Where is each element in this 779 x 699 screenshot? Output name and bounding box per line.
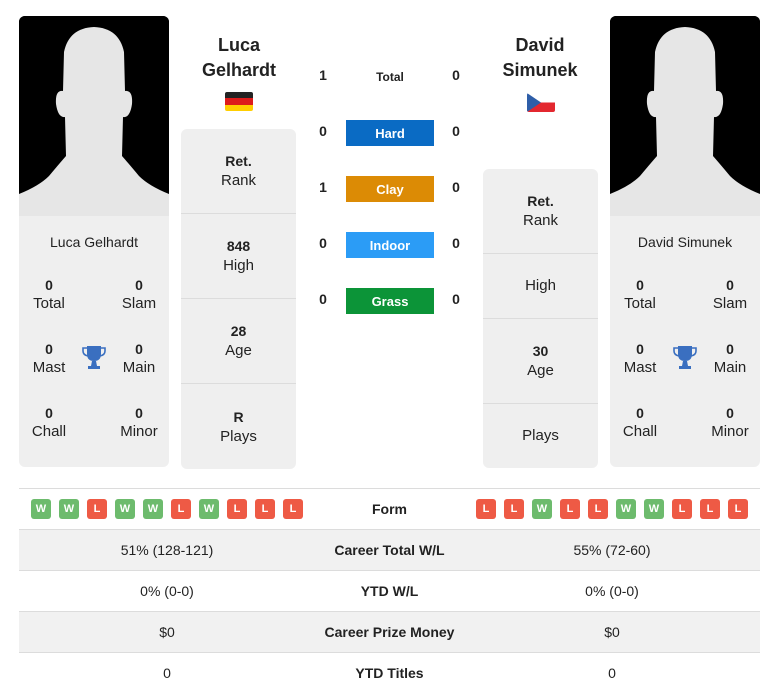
form-badge-win[interactable]: W <box>616 499 636 519</box>
player2-titles-card: David Simunek 0 Total 0 Slam 0 Mast 0 Ma… <box>610 216 760 467</box>
player1-full-name: Luca Gelhardt <box>50 234 138 250</box>
form-badge-win[interactable]: W <box>644 499 664 519</box>
h2h-total-p2: 0 <box>452 67 460 83</box>
h2h-indoor-p2: 0 <box>452 235 460 251</box>
player2-rank: Ret. Rank <box>483 169 598 254</box>
h2h-hard-p1: 0 <box>319 123 327 139</box>
comparison-table: WWLWWLWLLL Form LLWLLWWLLL 51% (128-121)… <box>19 488 760 693</box>
form-badge-win[interactable]: W <box>59 499 79 519</box>
player2-career-wl: 55% (72-60) <box>573 542 651 558</box>
player2-ytd-titles: 0 <box>608 665 616 681</box>
player1-age: 28 Age <box>181 299 296 384</box>
player1-titles-card: Luca Gelhardt 0 Total 0 Slam 0 Mast 0 Ma… <box>19 216 169 467</box>
player1-ytd-wl: 0% (0-0) <box>140 583 194 599</box>
trophy-icon <box>672 344 698 370</box>
player2-mast-titles: 0 Mast <box>623 341 657 376</box>
ytd-titles-label: YTD Titles <box>355 665 424 681</box>
player1-plays: R Plays <box>220 408 257 445</box>
form-badge-loss[interactable]: L <box>227 499 247 519</box>
form-badge-loss[interactable]: L <box>672 499 692 519</box>
player2-main-titles: 0 Main <box>713 341 747 376</box>
form-badge-loss[interactable]: L <box>476 499 496 519</box>
player1-total-titles: 0 Total <box>33 277 65 312</box>
player1-info-panel: Ret. Rank 848 High 28 Age R Plays <box>181 129 296 469</box>
player1-rank: Ret. Rank <box>181 129 296 214</box>
player1-photo <box>19 16 169 216</box>
prize-money-label: Career Prize Money <box>324 624 455 640</box>
form-badge-win[interactable]: W <box>143 499 163 519</box>
czech-flag-icon <box>527 93 555 112</box>
form-badge-loss[interactable]: L <box>588 499 608 519</box>
player1-prize-money: $0 <box>159 624 175 640</box>
player1-career-wl: 51% (128-121) <box>120 542 214 558</box>
form-badge-loss[interactable]: L <box>283 499 303 519</box>
player2-chall-titles: 0 Chall <box>622 405 658 440</box>
form-badge-win[interactable]: W <box>199 499 219 519</box>
ytd-wl-row: 0% (0-0) YTD W/L 0% (0-0) <box>19 570 760 611</box>
form-badge-loss[interactable]: L <box>504 499 524 519</box>
surface-grass-button[interactable]: Grass <box>346 288 434 314</box>
prize-money-row: $0 Career Prize Money $0 <box>19 611 760 652</box>
form-badge-win[interactable]: W <box>532 499 552 519</box>
form-label: Form <box>372 501 407 517</box>
player2-slam-titles: 0 Slam <box>712 277 748 312</box>
player2-full-name: David Simunek <box>637 234 733 250</box>
player1-slam-titles: 0 Slam <box>121 277 157 312</box>
form-row: WWLWWLWLLL Form LLWLLWWLLL <box>19 488 760 529</box>
player1-main-titles: 0 Main <box>122 341 156 376</box>
player1-minor-titles: 0 Minor <box>120 405 158 440</box>
player2-total-titles: 0 Total <box>624 277 656 312</box>
silhouette-icon <box>19 16 169 216</box>
h2h-total-label: Total <box>376 70 404 84</box>
player2-form: LLWLLWWLLL <box>464 499 760 519</box>
silhouette-icon <box>610 16 760 216</box>
surface-clay-button[interactable]: Clay <box>346 176 434 202</box>
surface-indoor-button[interactable]: Indoor <box>346 232 434 258</box>
form-badge-loss[interactable]: L <box>700 499 720 519</box>
surface-hard-button[interactable]: Hard <box>346 120 434 146</box>
h2h-total-p1: 1 <box>319 67 327 83</box>
h2h-grass-p1: 0 <box>319 291 327 307</box>
form-badge-loss[interactable]: L <box>171 499 191 519</box>
h2h-clay-p1: 1 <box>319 179 327 195</box>
player1-form: WWLWWLWLLL <box>19 499 315 519</box>
player2-age: 30 Age <box>483 319 598 404</box>
player1-high: 848 High <box>181 214 296 299</box>
career-wl-label: Career Total W/L <box>334 542 445 558</box>
player1-chall-titles: 0 Chall <box>31 405 67 440</box>
form-badge-loss[interactable]: L <box>255 499 275 519</box>
player2-minor-titles: 0 Minor <box>711 405 749 440</box>
form-badge-loss[interactable]: L <box>728 499 748 519</box>
ytd-wl-label: YTD W/L <box>360 583 419 599</box>
form-badge-loss[interactable]: L <box>560 499 580 519</box>
player2-prize-money: $0 <box>604 624 620 640</box>
ytd-titles-row: 0 YTD Titles 0 <box>19 652 760 693</box>
player1-name[interactable]: Luca Gelhardt <box>174 33 304 83</box>
player2-info-panel: Ret. Rank High 30 Age Plays <box>483 169 598 468</box>
player1-mast-titles: 0 Mast <box>32 341 66 376</box>
h2h-clay-p2: 0 <box>452 179 460 195</box>
player2-photo <box>610 16 760 216</box>
form-badge-win[interactable]: W <box>31 499 51 519</box>
h2h-indoor-p1: 0 <box>319 235 327 251</box>
player2-name[interactable]: David Simunek <box>475 33 605 83</box>
h2h-hard-p2: 0 <box>452 123 460 139</box>
form-badge-loss[interactable]: L <box>87 499 107 519</box>
player1-ytd-titles: 0 <box>163 665 171 681</box>
player2-plays: Plays <box>522 427 559 444</box>
h2h-grass-p2: 0 <box>452 291 460 307</box>
player2-ytd-wl: 0% (0-0) <box>585 583 639 599</box>
germany-flag-icon <box>225 92 253 111</box>
player2-high: High <box>483 254 598 319</box>
form-badge-win[interactable]: W <box>115 499 135 519</box>
trophy-icon <box>81 344 107 370</box>
career-wl-row: 51% (128-121) Career Total W/L 55% (72-6… <box>19 529 760 570</box>
